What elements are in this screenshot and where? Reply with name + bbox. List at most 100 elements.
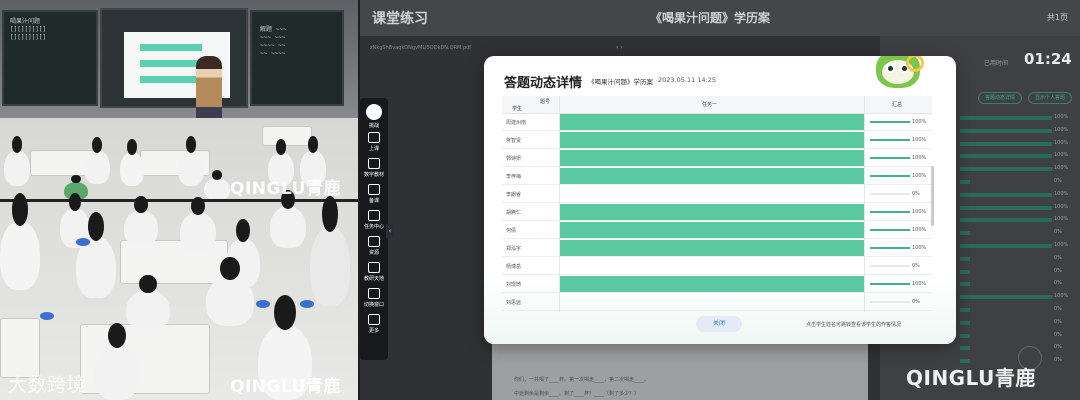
student-figure [0, 193, 40, 290]
side-progress-bar [960, 192, 1052, 197]
chalk-writing-left: 喝果汁问题 [][][][][] [][][][][] [10, 18, 47, 41]
answer-detail-button[interactable]: 答题动态详情 [978, 92, 1023, 104]
student-name-link[interactable]: 郑泓宇 [506, 245, 556, 252]
column-divider [559, 96, 560, 312]
left-blackboard: 喝果汁问题 [][][][][] [][][][][] [2, 10, 98, 106]
table-row: 郭诗妍 100% [502, 150, 932, 167]
summary-progress-fill [870, 121, 910, 123]
summary-progress-bar [870, 283, 910, 285]
chair [256, 300, 270, 308]
student-figure [84, 137, 110, 184]
toolbar-item-class[interactable]: 上课 [360, 132, 388, 152]
toolbar-label: 教研天地 [363, 276, 384, 282]
mascot-icon [868, 56, 928, 100]
table-row: 郑泓宇 100% [502, 240, 932, 257]
grid-icon [368, 314, 380, 325]
student-figure [120, 139, 144, 186]
table-row: 周建州南 100% [502, 114, 932, 131]
toolbar-item-more[interactable]: 更多 [360, 314, 388, 334]
display-bar [140, 60, 202, 67]
toolbar-item-tasks[interactable]: 任务中心 [360, 210, 388, 230]
student-name-link[interactable]: 李梓梅 [506, 173, 556, 180]
table-row: 刘思远 0% [502, 294, 932, 311]
side-progress-percent: 100% [1054, 126, 1069, 133]
side-progress-percent: 100% [1054, 293, 1069, 300]
summary-progress-fill [870, 247, 910, 249]
student-name-link[interactable]: 刘璟琦 [506, 281, 556, 288]
display-bar [140, 44, 202, 51]
student-name-link[interactable]: 郭诗妍 [506, 155, 556, 162]
modal-date: 2023.05.11 14:25 [658, 76, 717, 84]
side-progress-percent: 0% [1054, 318, 1062, 325]
chair [40, 312, 54, 320]
table-row: 蒋智贤 100% [502, 132, 932, 149]
side-progress-percent: 0% [1054, 331, 1062, 338]
student-name-link[interactable]: 蒋智贤 [506, 137, 556, 144]
toolbar-label: 资源 [368, 250, 379, 256]
mascot-eye [886, 64, 895, 73]
task-complete-cell [560, 240, 864, 256]
task-complete-cell [560, 150, 864, 166]
student-name-link[interactable]: 胡腾仁 [506, 209, 556, 216]
student-name-link[interactable]: 刘思远 [506, 299, 556, 306]
side-progress-percent: 100% [1054, 203, 1069, 210]
toolbar-item-challenge[interactable]: 挑战 [360, 104, 388, 129]
side-progress-percent: 100% [1054, 139, 1069, 146]
right-blackboard: 解题 ~~~ ~~~ ~~~ ~~~~ ~~ ~~ ~~~~ [250, 10, 344, 106]
student-name-link[interactable]: 李朗睿 [506, 191, 556, 198]
header-question: 题号 [540, 99, 551, 105]
student-figure [94, 322, 140, 400]
table-row: 李朗睿 0% [502, 186, 932, 203]
pdf-page-control[interactable]: ‹ › [616, 44, 623, 51]
side-progress-bar [960, 116, 1052, 120]
chair [300, 300, 314, 308]
summary-percent: 100% [912, 119, 927, 125]
modal-title: 答题动态详情 [504, 76, 583, 91]
screen: 喝果汁问题 [][][][][] [][][][][] 解题 ~~~ ~~~ ~… [0, 0, 1080, 400]
side-progress-bar [960, 167, 1052, 172]
table-row: 何倩 100% [502, 222, 932, 239]
side-progress-bar [960, 141, 1052, 146]
table-row: 杨博岳 0% [502, 258, 932, 275]
toolbar-label: 上课 [368, 146, 379, 152]
toolbar-item-resources[interactable]: 资源 [360, 236, 388, 256]
toolbar-label: 切换窗口 [363, 302, 384, 308]
summary-progress-fill [870, 157, 910, 159]
student-name-link[interactable]: 周建州南 [506, 119, 556, 126]
toolbar-item-switch-window[interactable]: 切换窗口 [360, 288, 388, 308]
side-progress-percent: 0% [1054, 254, 1062, 261]
summary-progress-bar [870, 157, 910, 159]
summary-progress-bar [870, 193, 910, 195]
table-scrollbar[interactable] [931, 166, 934, 226]
modal-document-name: 《喝果汁问题》学历案 [588, 78, 653, 86]
summary-percent: 100% [912, 209, 927, 215]
student-name-link[interactable]: 杨博岳 [506, 263, 556, 270]
student-figure [270, 190, 306, 248]
side-progress-bar [960, 244, 1052, 248]
side-progress-percent: 0% [1054, 306, 1062, 312]
document-title: 《喝果汁问题》学历案 [650, 11, 771, 25]
side-progress-percent: 100% [1054, 165, 1069, 172]
close-button[interactable]: 关闭 [696, 316, 742, 332]
toolbar-item-prep[interactable]: 备课 [360, 184, 388, 204]
summary-progress-bar [870, 229, 910, 231]
magnifier-icon [906, 56, 924, 72]
book-icon [368, 158, 380, 169]
student-figure [206, 257, 254, 326]
qinglu-watermark: QINGLU青鹿 [906, 366, 1036, 390]
corner-watermark: 大数跨境 [8, 374, 87, 396]
collapse-toolbar-arrow[interactable]: ‹ [386, 224, 394, 238]
toolbar-item-research[interactable]: 教研天地 [360, 262, 388, 282]
side-progress-percent: 100% [1054, 190, 1069, 197]
toolbar-item-textbook[interactable]: 数字教材 [360, 158, 388, 178]
side-progress-percent: 0% [1054, 178, 1062, 184]
summary-progress-bar [870, 301, 910, 303]
side-progress-bar [960, 231, 970, 236]
summary-progress-fill [870, 139, 910, 141]
show-personal-button[interactable]: 显示个人答题 [1028, 92, 1073, 104]
summary-percent: 100% [912, 173, 927, 179]
pdf-text-line: 中途剩余是剩余____。剩了____杯？____（剩了多少？） [514, 391, 640, 397]
student-name-link[interactable]: 何倩 [506, 227, 556, 234]
task-complete-cell [560, 222, 864, 238]
answer-table: 题号 学生 任务一 汇总 周建州南 100% 蒋智贤 100% 郭诗妍 100% 李梓梅 10… [502, 96, 932, 312]
